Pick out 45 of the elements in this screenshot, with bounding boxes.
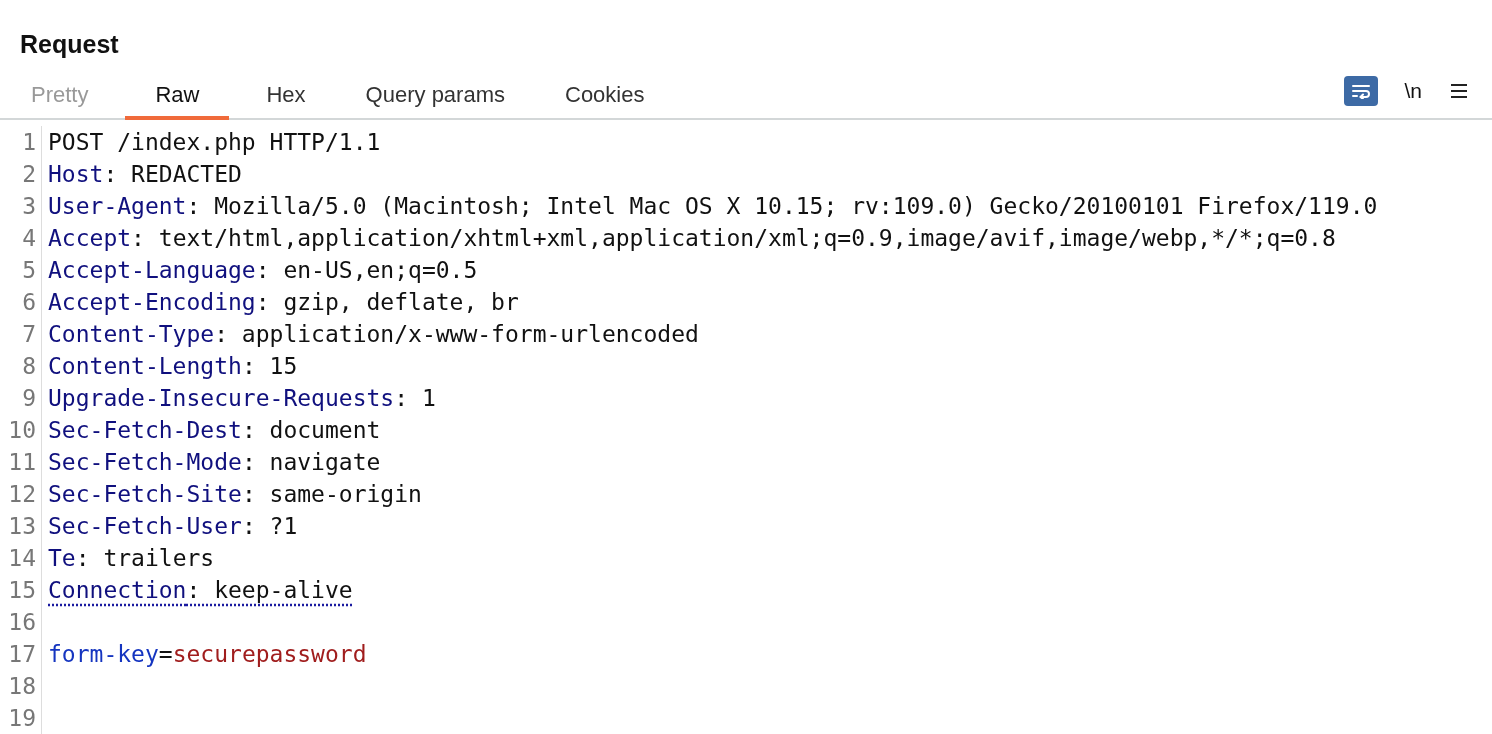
code-line: POST /index.php HTTP/1.1 (48, 129, 381, 155)
line-number: 8 (0, 350, 42, 382)
code-line: Accept: text/html,application/xhtml+xml,application/xml;q=0.9,image/avif,image/webp,*/*;q=0.8 (48, 225, 1336, 251)
line-number: 4 (0, 222, 42, 254)
line-number: 10 (0, 414, 42, 446)
code-line: Connection: keep-alive (48, 577, 353, 603)
line-number: 6 (0, 286, 42, 318)
line-number: 18 (0, 670, 42, 702)
code-line: Sec-Fetch-User: ?1 (48, 513, 298, 539)
code-line: Content-Length: 15 (48, 353, 298, 379)
code-line: Sec-Fetch-Dest: document (48, 417, 381, 443)
code-line: User-Agent: Mozilla/5.0 (Macintosh; Intel Mac OS X 10.15; rv:109.0) Gecko/20100101 Firefox/119.0 (48, 193, 1378, 219)
code-line: Accept-Encoding: gzip, deflate, br (48, 289, 519, 315)
line-number: 2 (0, 158, 42, 190)
tab[interactable]: Cookies (542, 82, 668, 120)
line-number: 12 (0, 478, 42, 510)
line-number: 11 (0, 446, 42, 478)
menu-button[interactable] (1448, 81, 1470, 101)
wrap-lines-icon (1350, 83, 1373, 99)
code-line: Host: REDACTED (48, 161, 242, 187)
line-number: 13 (0, 510, 42, 542)
line-number: 7 (0, 318, 42, 350)
line-number: 17 (0, 638, 42, 670)
line-number: 1 (0, 126, 42, 158)
line-number: 14 (0, 542, 42, 574)
code-line: Upgrade-Insecure-Requests: 1 (48, 385, 436, 411)
menu-icon (1450, 83, 1468, 99)
code-line: Sec-Fetch-Site: same-origin (48, 481, 422, 507)
tab[interactable]: Query params (342, 82, 528, 120)
line-number: 15 (0, 574, 42, 606)
line-number: 5 (0, 254, 42, 286)
panel-title: Request (19, 29, 120, 60)
code-line: Content-Type: application/x-www-form-urlencoded (48, 321, 699, 347)
line-number: 9 (0, 382, 42, 414)
code-line: Accept-Language: en-US,en;q=0.5 (48, 257, 478, 283)
code-line: Te: trailers (48, 545, 215, 571)
line-number: 16 (0, 606, 42, 638)
code-line: Sec-Fetch-Mode: navigate (48, 449, 381, 475)
newline-button[interactable]: \n (1394, 79, 1432, 103)
line-number: 19 (0, 702, 42, 734)
tab[interactable]: Raw (125, 82, 230, 120)
wrap-lines-button[interactable] (1344, 76, 1379, 106)
code-line: form-key=securepassword (48, 641, 367, 667)
line-number: 3 (0, 190, 42, 222)
tab[interactable]: Hex (243, 82, 329, 120)
